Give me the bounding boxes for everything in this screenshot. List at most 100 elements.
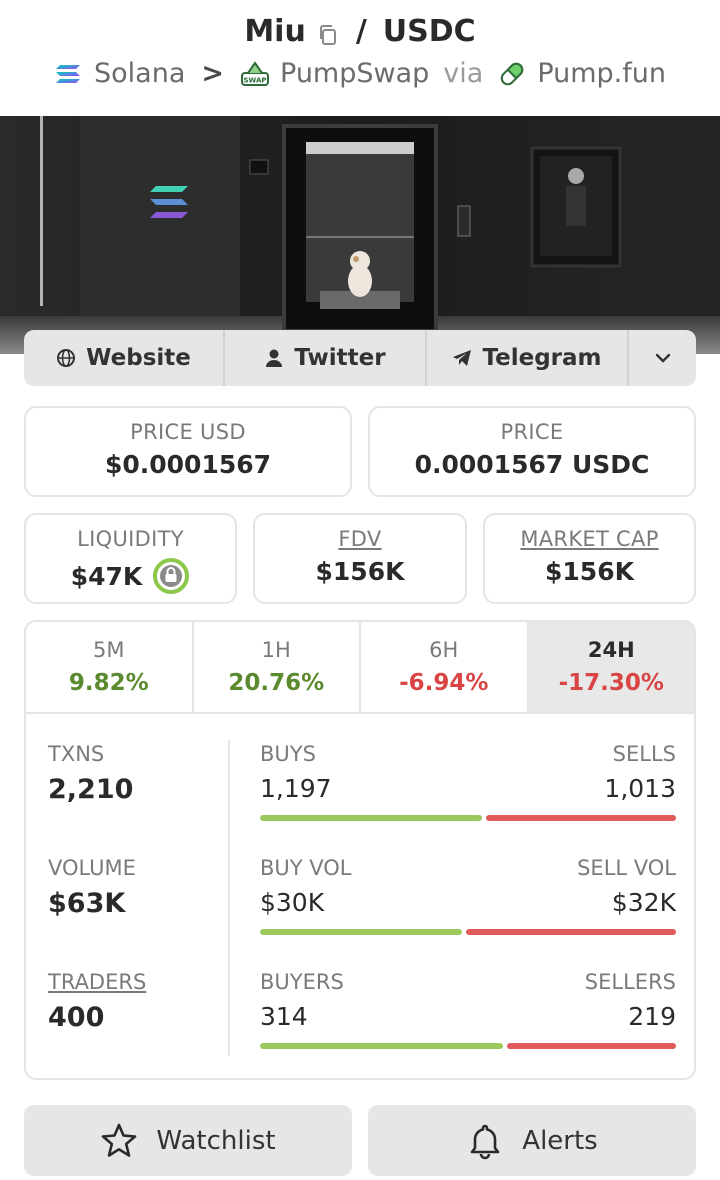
- tab-1h[interactable]: 1H 20.76%: [194, 622, 361, 712]
- sell-vol-value: $32K: [611, 888, 676, 917]
- sell-segment: [466, 929, 676, 935]
- buyers-sellers-bar: [260, 1043, 676, 1049]
- paper-plane-icon: [453, 350, 472, 366]
- launchpad-link[interactable]: Pump.fun: [537, 58, 666, 89]
- pumpswap-icon: SWAP: [240, 59, 270, 89]
- timeframe-tabs: 5M 9.82% 1H 20.76% 6H -6.94% 24H -17.30%: [26, 622, 694, 714]
- bell-icon: [470, 1124, 500, 1159]
- lock-icon[interactable]: [152, 557, 190, 595]
- volume-label: VOLUME: [48, 856, 136, 880]
- liquidity-value-row: $47K: [26, 557, 235, 595]
- buy-vol-value: $30K: [260, 888, 325, 917]
- buy-sell-volume-bar: [260, 929, 676, 935]
- buys-sells-stat: BUYS SELLS 1,197 1,013: [260, 742, 676, 821]
- sell-segment: [486, 815, 676, 821]
- fdv-value: $156K: [315, 557, 405, 586]
- chain-link[interactable]: Solana: [94, 58, 185, 89]
- traders-metric: TRADERS 400: [48, 970, 146, 1033]
- buyers-label: BUYERS: [260, 970, 344, 994]
- tab-change: 20.76%: [228, 670, 325, 696]
- volume-value: $63K: [48, 888, 126, 919]
- telegram-label: Telegram: [482, 345, 602, 371]
- globe-icon: [57, 349, 76, 367]
- pair-header: Miu / USDC Solana > SWAP PumpSwap via Pu…: [0, 0, 720, 116]
- price-native-card: PRICE 0.0001567 USDC: [368, 406, 696, 497]
- token-banner-image: [0, 116, 720, 354]
- more-links-button[interactable]: [629, 330, 696, 386]
- buys-value: 1,197: [260, 774, 332, 803]
- txns-metric: TXNS 2,210: [48, 742, 133, 805]
- market-cap-label[interactable]: MARKET CAP: [485, 527, 694, 551]
- buys-sells-bar: [260, 815, 676, 821]
- dex-link[interactable]: PumpSwap: [280, 58, 429, 89]
- sells-label: SELLS: [612, 742, 676, 766]
- sell-segment: [507, 1043, 676, 1049]
- buy-vol-label: BUY VOL: [260, 856, 352, 880]
- tab-5m[interactable]: 5M 9.82%: [26, 622, 194, 712]
- buyers-value: 314: [260, 1002, 308, 1031]
- breadcrumb-separator: >: [201, 58, 225, 89]
- pair-slash: /: [355, 14, 367, 49]
- alerts-label: Alerts: [522, 1125, 598, 1156]
- market-cap-card: MARKET CAP $156K: [483, 513, 696, 604]
- volume-metric: VOLUME $63K: [48, 856, 136, 919]
- user-icon: [266, 349, 283, 367]
- chevron-down-icon: [655, 353, 670, 363]
- sell-vol-label: SELL VOL: [577, 856, 676, 880]
- liquidity-value: $47K: [70, 561, 143, 591]
- liquidity-card: LIQUIDITY $47K: [24, 513, 237, 604]
- svg-text:SWAP: SWAP: [244, 76, 267, 84]
- watchlist-button[interactable]: Watchlist: [24, 1105, 352, 1176]
- pair-title: Miu / USDC: [0, 14, 720, 49]
- stats-divider: [228, 740, 230, 1056]
- tab-6h[interactable]: 6H -6.94%: [361, 622, 529, 712]
- solana-icon: [54, 59, 84, 89]
- price-usd-card: PRICE USD $0.0001567: [24, 406, 352, 497]
- sellers-label: SELLERS: [584, 970, 676, 994]
- price-native-value: 0.0001567 USDC: [414, 450, 650, 479]
- tab-label: 24H: [587, 638, 635, 662]
- trading-stats-panel: 5M 9.82% 1H 20.76% 6H -6.94% 24H -17.30%…: [24, 620, 696, 1080]
- pumpfun-pill-icon: [497, 59, 527, 89]
- website-button[interactable]: Website: [24, 330, 225, 386]
- buy-sell-volume-stat: BUY VOL SELL VOL $30K $32K: [260, 856, 676, 935]
- watchlist-label: Watchlist: [156, 1125, 276, 1156]
- txns-value: 2,210: [48, 774, 134, 805]
- website-label: Website: [86, 345, 191, 371]
- tab-change: 9.82%: [68, 670, 149, 696]
- market-cap-value: $156K: [545, 557, 634, 586]
- breadcrumb: Solana > SWAP PumpSwap via Pump.fun: [0, 58, 720, 89]
- fdv-card: FDV $156K: [253, 513, 467, 604]
- traders-value: 400: [48, 1002, 105, 1033]
- twitter-label: Twitter: [294, 345, 386, 371]
- twitter-button[interactable]: Twitter: [225, 330, 427, 386]
- sells-value: 1,013: [604, 774, 676, 803]
- via-label: via: [443, 58, 484, 89]
- buy-segment: [260, 815, 482, 821]
- token-symbol: Miu: [244, 14, 306, 49]
- tab-24h[interactable]: 24H -17.30%: [528, 622, 694, 712]
- buys-label: BUYS: [260, 742, 316, 766]
- telegram-button[interactable]: Telegram: [427, 330, 629, 386]
- txns-label: TXNS: [48, 742, 105, 766]
- copy-icon[interactable]: [316, 20, 340, 45]
- buy-segment: [260, 929, 462, 935]
- price-usd-value: $0.0001567: [104, 450, 272, 479]
- tab-label: 5M: [93, 638, 125, 662]
- alerts-button[interactable]: Alerts: [368, 1105, 696, 1176]
- action-buttons: Watchlist Alerts: [24, 1105, 696, 1176]
- traders-label[interactable]: TRADERS: [48, 970, 146, 994]
- tab-label: 6H: [429, 638, 459, 662]
- liquidity-label: LIQUIDITY: [77, 527, 184, 551]
- tab-change: -6.94%: [399, 670, 489, 696]
- sellers-value: 219: [628, 1002, 676, 1031]
- price-usd-label: PRICE USD: [130, 420, 246, 444]
- star-icon: [102, 1123, 137, 1157]
- quote-symbol: USDC: [382, 14, 476, 49]
- social-links-bar: Website Twitter Telegram: [24, 330, 696, 386]
- buy-segment: [260, 1043, 503, 1049]
- price-native-label: PRICE: [500, 420, 564, 444]
- buyers-sellers-stat: BUYERS SELLERS 314 219: [260, 970, 676, 1049]
- tab-change: -17.30%: [558, 670, 664, 696]
- fdv-label[interactable]: FDV: [255, 527, 465, 551]
